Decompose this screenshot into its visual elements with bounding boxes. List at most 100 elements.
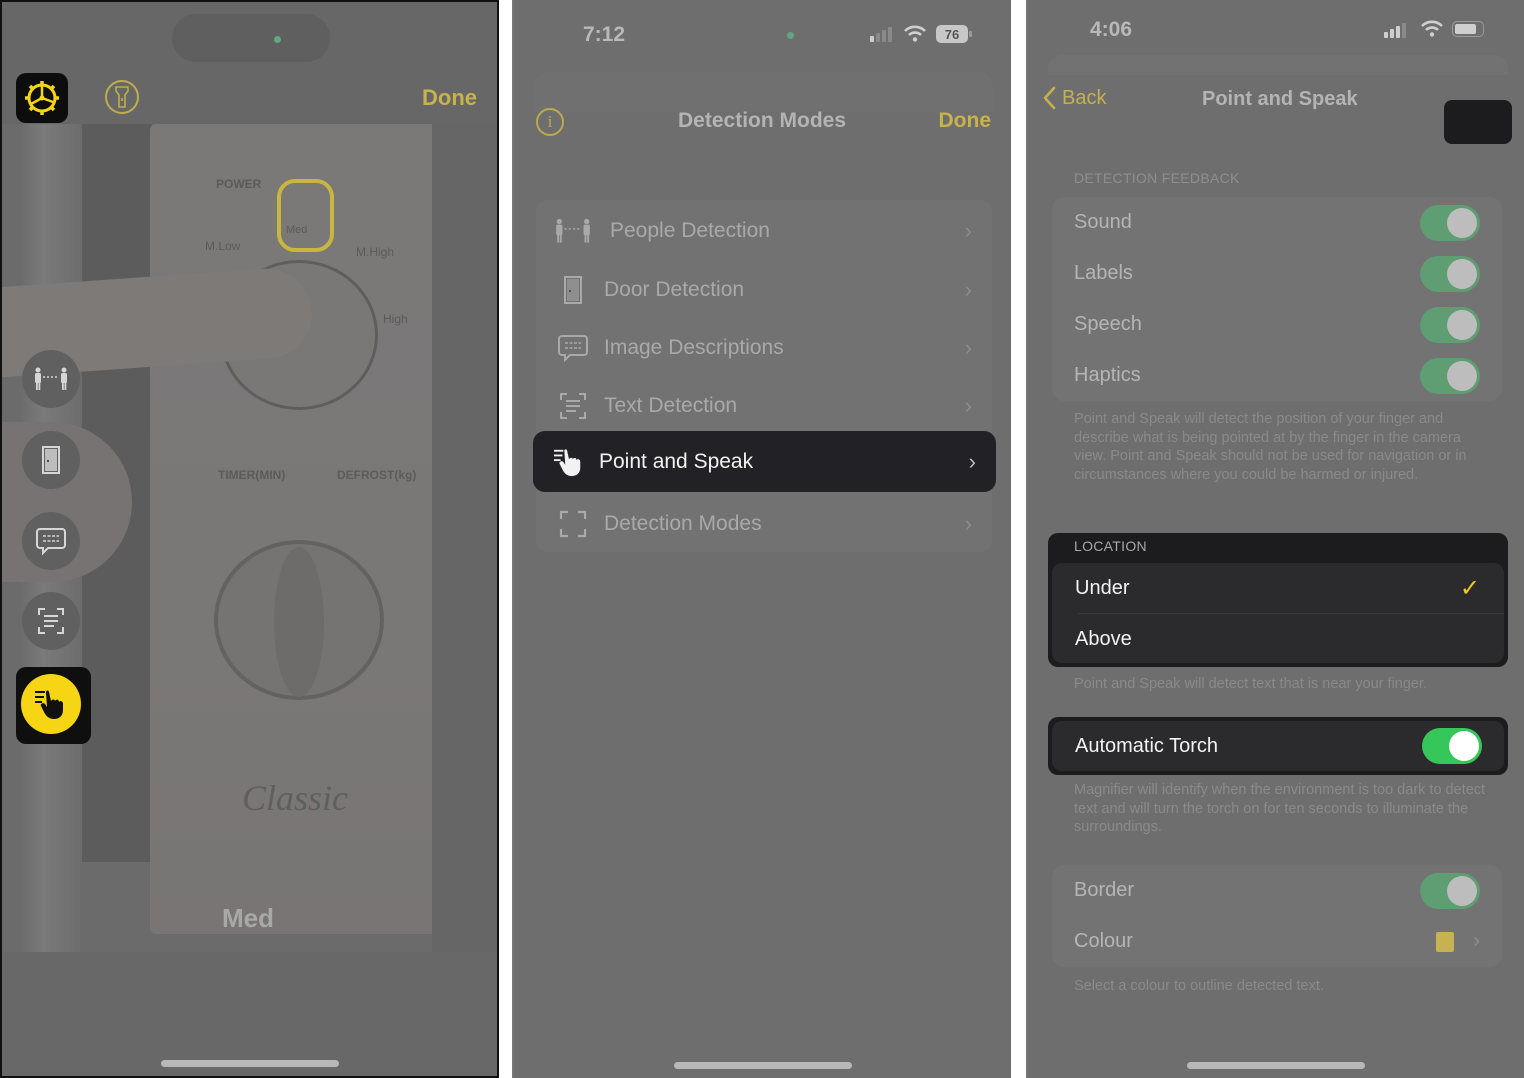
wifi-icon xyxy=(1421,20,1443,37)
sheet-top-edge xyxy=(534,72,993,112)
sound-toggle[interactable] xyxy=(1420,204,1480,241)
camera-text-mhigh: M.High xyxy=(356,245,395,259)
automatic-torch-row-bg: Automatic Torch xyxy=(1052,721,1504,771)
done-button[interactable]: Done xyxy=(422,85,477,111)
speech-bubble-icon xyxy=(558,335,588,362)
info-button[interactable]: i xyxy=(536,108,564,136)
cellular-signal-icon xyxy=(1384,23,1406,38)
setting-row-labels: Labels xyxy=(1052,248,1502,299)
camera-top-bar: Done xyxy=(2,2,497,124)
camera-text-high: High xyxy=(383,312,408,326)
settings-button[interactable] xyxy=(16,73,68,123)
gear-icon xyxy=(25,81,59,115)
colour-swatch xyxy=(1436,931,1454,952)
mode-button-text-detection[interactable] xyxy=(22,592,80,650)
list-item-icon-wrap xyxy=(544,218,602,244)
chevron-right-icon: › xyxy=(968,448,976,474)
toggle-knob xyxy=(1447,207,1477,238)
setting-label: Speech xyxy=(1074,313,1142,335)
redacted-overlay xyxy=(1444,100,1512,144)
setting-row-colour[interactable]: Colour › xyxy=(1052,916,1502,967)
chevron-left-icon xyxy=(1043,86,1056,110)
list-item-icon-wrap xyxy=(544,510,602,538)
mode-button-door-detection[interactable] xyxy=(22,431,80,489)
list-item-icon-wrap xyxy=(544,334,602,362)
setting-label: Colour xyxy=(1074,930,1133,952)
detected-text-label: Med xyxy=(222,903,274,933)
detection-focus-ring xyxy=(277,179,334,252)
phone-detection-modes: 7:12 76 i Detection Modes Done People De… xyxy=(512,0,1011,1078)
camera-indicator-dot xyxy=(787,32,794,39)
list-item-detection-modes[interactable]: Detection Modes › xyxy=(536,495,992,553)
status-time: 7:12 xyxy=(583,23,626,46)
pointing-hand-icon xyxy=(554,448,581,476)
automatic-torch-group: Automatic Torch xyxy=(1048,717,1508,775)
location-option-above[interactable]: Above xyxy=(1052,614,1504,665)
pointing-hand-icon xyxy=(35,690,63,719)
chevron-right-icon: › xyxy=(964,511,972,536)
text-scan-icon xyxy=(38,608,64,634)
camera-indicator-dot xyxy=(274,36,281,43)
camera-text-brand: Classic xyxy=(242,778,349,818)
mode-button-image-descriptions[interactable] xyxy=(22,512,80,570)
camera-text-defrost: DEFROST(kg) xyxy=(337,468,417,482)
location-footer: Point and Speak will detect text that is… xyxy=(1074,676,1428,692)
list-item-icon-wrap xyxy=(544,392,602,420)
setting-row-sound: Sound xyxy=(1052,197,1502,248)
setting-label: Automatic Torch xyxy=(1075,734,1219,757)
list-item-label: Door Detection xyxy=(604,278,745,301)
list-item-text-detection[interactable]: Text Detection › xyxy=(536,377,992,435)
chevron-right-icon: › xyxy=(964,277,972,302)
list-item-door-detection[interactable]: Door Detection › xyxy=(536,261,992,319)
back-button[interactable]: Back xyxy=(1042,86,1106,110)
info-icon: i xyxy=(547,112,553,131)
chevron-right-icon: › xyxy=(964,393,972,418)
timer-dial-knob xyxy=(274,547,324,697)
mode-button-people-detection[interactable] xyxy=(22,350,80,408)
automatic-torch-footer: Magnifier will identify when the environ… xyxy=(1074,782,1486,835)
haptics-toggle[interactable] xyxy=(1420,357,1480,394)
door-icon xyxy=(564,276,582,304)
setting-label: Border xyxy=(1074,879,1135,901)
checkmark-icon: ✓ xyxy=(1459,575,1480,602)
list-item-point-and-speak[interactable]: Point and Speak › xyxy=(533,431,996,492)
door-icon xyxy=(42,446,60,474)
viewfinder-icon xyxy=(559,510,587,538)
battery-indicator: 76 xyxy=(936,25,968,43)
speech-toggle[interactable] xyxy=(1420,306,1480,343)
border-footer: Select a colour to outline detected text… xyxy=(1074,978,1324,994)
option-label: Under xyxy=(1075,577,1130,599)
text-scan-icon xyxy=(560,393,586,419)
speech-bubble-icon xyxy=(36,528,66,555)
setting-label: Haptics xyxy=(1074,364,1141,386)
people-icon xyxy=(35,367,67,390)
dynamic-island xyxy=(172,14,330,62)
phone-point-and-speak-settings: 4:06 Back Point and Speak DETECTION FEED… xyxy=(1026,0,1524,1078)
mode-button-point-and-speak[interactable] xyxy=(21,674,81,734)
location-option-under[interactable]: Under ✓ xyxy=(1052,563,1504,614)
home-indicator xyxy=(673,1062,852,1069)
phone-camera-view: POWER M.Low Med M.High High TIMER(MIN) D… xyxy=(0,0,499,1078)
list-item-people-detection[interactable]: People Detection › xyxy=(536,202,992,260)
status-time: 4:06 xyxy=(1090,18,1133,41)
setting-row-automatic-torch: Automatic Torch xyxy=(1052,721,1504,771)
setting-row-haptics: Haptics xyxy=(1052,350,1502,401)
setting-label: Labels xyxy=(1074,262,1133,284)
torch-button[interactable] xyxy=(105,80,139,114)
sheet-top-edge xyxy=(1048,55,1508,75)
done-button[interactable]: Done xyxy=(939,109,992,133)
list-item-image-descriptions[interactable]: Image Descriptions › xyxy=(536,319,992,377)
toggle-knob xyxy=(1449,731,1479,761)
border-toggle[interactable] xyxy=(1420,872,1480,909)
home-indicator xyxy=(160,1060,339,1067)
cellular-signal-icon xyxy=(870,27,892,42)
automatic-torch-toggle[interactable] xyxy=(1422,728,1482,764)
detection-feedback-footer: Point and Speak will detect the position… xyxy=(1074,411,1467,483)
labels-toggle[interactable] xyxy=(1420,255,1480,292)
list-item-label: People Detection xyxy=(610,219,770,242)
setting-row-border: Border xyxy=(1052,865,1502,916)
location-group: LOCATION Under ✓ Above xyxy=(1048,533,1508,667)
setting-label: Sound xyxy=(1074,211,1132,233)
flashlight-icon xyxy=(115,86,129,108)
page-title: Detection Modes xyxy=(678,109,847,132)
